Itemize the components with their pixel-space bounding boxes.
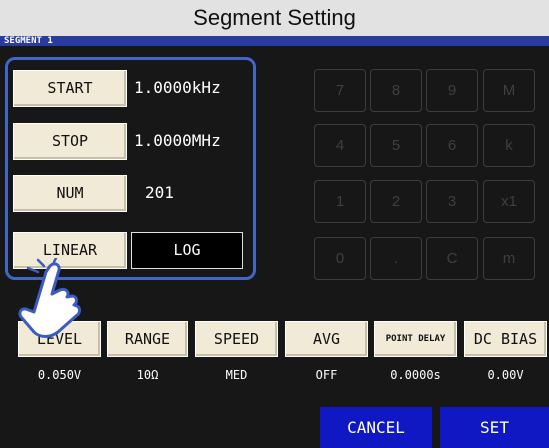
speed-value: MED	[225, 368, 248, 382]
window-title: Segment Setting	[0, 0, 549, 36]
tap-hand-icon	[18, 258, 81, 338]
stop-button[interactable]: STOP	[13, 123, 127, 160]
segment-label: SEGMENT 1	[0, 36, 549, 46]
cancel-button[interactable]: CANCEL	[320, 407, 432, 448]
keypad-key-0[interactable]: 0	[314, 237, 366, 280]
point-delay-value: 0.0000s	[390, 368, 441, 382]
keypad-key-8[interactable]: 8	[370, 69, 422, 112]
num-button[interactable]: NUM	[13, 175, 127, 212]
dc-bias-button[interactable]: DC BIAS	[464, 321, 547, 357]
speed-button[interactable]: SPEED	[195, 321, 278, 357]
level-value: 0.050V	[37, 368, 82, 382]
keypad-key-3[interactable]: 3	[426, 180, 478, 223]
keypad-key-1[interactable]: 1	[314, 180, 366, 223]
keypad-key-9[interactable]: 9	[426, 69, 478, 112]
keypad-key-4[interactable]: 4	[314, 124, 366, 167]
avg-button[interactable]: AVG	[285, 321, 368, 357]
log-button[interactable]: LOG	[131, 232, 243, 269]
stop-value: 1.0000MHz	[134, 131, 221, 150]
keypad-key-5[interactable]: 5	[370, 124, 422, 167]
keypad-key-clear[interactable]: C	[426, 237, 478, 280]
range-value: 10Ω	[136, 368, 159, 382]
start-value: 1.0000kHz	[134, 78, 221, 97]
keypad-key-2[interactable]: 2	[370, 180, 422, 223]
point-delay-button[interactable]: POINT DELAY	[374, 321, 457, 357]
keypad-key-milli[interactable]: m	[483, 237, 535, 280]
keypad-key-x1[interactable]: x1	[483, 180, 535, 223]
dc-bias-value: 0.00V	[487, 368, 524, 382]
start-button[interactable]: START	[13, 70, 127, 107]
avg-value: OFF	[315, 368, 338, 382]
screen: Segment Setting SEGMENT 1 START 1.0000kH…	[0, 0, 549, 448]
range-button[interactable]: RANGE	[107, 321, 188, 357]
keypad-key-dot[interactable]: .	[370, 237, 422, 280]
keypad-key-6[interactable]: 6	[426, 124, 478, 167]
set-button[interactable]: SET	[440, 407, 549, 448]
num-value: 201	[145, 183, 174, 202]
keypad-key-kilo[interactable]: k	[483, 124, 535, 167]
keypad-key-7[interactable]: 7	[314, 69, 366, 112]
keypad-key-mega[interactable]: M	[483, 69, 535, 112]
